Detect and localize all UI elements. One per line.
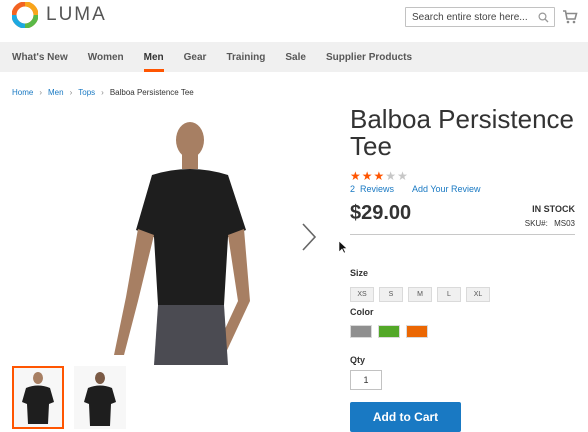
- mouse-pointer-icon: [338, 240, 348, 254]
- size-option-xl[interactable]: XL: [466, 287, 490, 302]
- nav-item-supplier-products[interactable]: Supplier Products: [326, 42, 412, 72]
- qty-label: Qty: [350, 355, 366, 365]
- cart-icon[interactable]: [562, 9, 578, 25]
- add-to-cart-button[interactable]: Add to Cart: [350, 402, 461, 432]
- divider: [350, 234, 575, 235]
- size-label: Size: [350, 268, 369, 278]
- search-box: [405, 7, 555, 27]
- breadcrumb-home[interactable]: Home: [12, 88, 33, 97]
- size-option-s[interactable]: S: [379, 287, 403, 302]
- breadcrumb-chevron-icon: ›: [39, 88, 43, 97]
- size-option-m[interactable]: M: [408, 287, 432, 302]
- nav-item-training[interactable]: Training: [226, 42, 265, 72]
- luma-logo-icon: [12, 2, 38, 28]
- star-empty-icon: ★: [397, 169, 408, 183]
- stock-status: IN STOCK: [532, 204, 575, 214]
- thumbnail-back[interactable]: [74, 366, 126, 429]
- search-input[interactable]: [406, 8, 534, 26]
- sku-value: MS03: [554, 219, 575, 228]
- sku-label: SKU#:: [524, 219, 548, 228]
- color-swatch-orange[interactable]: [406, 325, 428, 338]
- color-swatch-gray[interactable]: [350, 325, 372, 338]
- nav-item-whats-new[interactable]: What's New: [12, 42, 68, 72]
- star-empty-icon: ★: [385, 169, 397, 183]
- size-option-l[interactable]: L: [437, 287, 461, 302]
- breadcrumb-chevron-icon: ›: [69, 88, 73, 97]
- thumbnail-strip: [12, 366, 126, 429]
- size-options: XS S M L XL: [350, 287, 490, 302]
- star-filled-icon: ★: [361, 169, 373, 183]
- nav-item-sale[interactable]: Sale: [285, 42, 306, 72]
- add-review-link[interactable]: Add Your Review: [412, 184, 481, 194]
- breadcrumb-chevron-icon: ›: [101, 88, 104, 97]
- breadcrumb-current: Balboa Persistence Tee: [109, 88, 194, 97]
- nav-item-gear[interactable]: Gear: [184, 42, 207, 72]
- product-title: Balboa Persistence Tee: [350, 104, 575, 161]
- rating-stars: ★ ★ ★ ★ ★: [350, 170, 408, 182]
- color-label: Color: [350, 307, 374, 317]
- store-logo[interactable]: LUMA: [12, 2, 107, 28]
- review-links: 2 Reviews Add Your Review: [350, 184, 481, 194]
- site-header: LUMA: [0, 0, 588, 42]
- breadcrumb: Home › Men › Tops › Balboa Persistence T…: [12, 88, 194, 97]
- product-price: $29.00: [350, 202, 412, 224]
- next-image-chevron-icon[interactable]: [298, 222, 320, 252]
- main-navigation: What's New Women Men Gear Training Sale …: [0, 42, 588, 72]
- sku: SKU#: MS03: [525, 219, 575, 228]
- thumbnail-front[interactable]: [12, 366, 64, 429]
- color-options: [350, 325, 428, 338]
- star-filled-icon: ★: [350, 169, 361, 183]
- breadcrumb-tops[interactable]: Tops: [78, 88, 95, 97]
- search-icon[interactable]: [534, 8, 552, 26]
- breadcrumb-men[interactable]: Men: [48, 88, 64, 97]
- size-option-xs[interactable]: XS: [350, 287, 374, 302]
- logo-text: LUMA: [46, 4, 107, 25]
- product-main-image[interactable]: [0, 105, 330, 365]
- qty-input[interactable]: 1: [350, 370, 382, 390]
- color-swatch-green[interactable]: [378, 325, 400, 338]
- nav-item-women[interactable]: Women: [88, 42, 124, 72]
- star-filled-icon: ★: [373, 169, 385, 183]
- reviews-link[interactable]: 2 Reviews: [350, 184, 394, 194]
- nav-item-men[interactable]: Men: [143, 42, 164, 72]
